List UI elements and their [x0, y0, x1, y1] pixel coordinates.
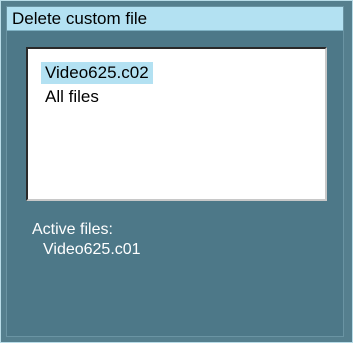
- list-item-video625-c02[interactable]: Video625.c02: [41, 62, 153, 84]
- dialog-title-bar: Delete custom file: [7, 7, 343, 31]
- list-item-all-files[interactable]: All files: [41, 86, 103, 108]
- active-files-label: Active files:: [32, 221, 113, 238]
- active-file-video625-c01: Video625.c01: [43, 241, 141, 258]
- delete-custom-file-dialog: Delete custom file Video625.c02 All file…: [0, 0, 353, 343]
- dialog-panel: Delete custom file Video625.c02 All file…: [6, 6, 344, 337]
- file-listbox[interactable]: Video625.c02 All files: [26, 47, 327, 201]
- dialog-title: Delete custom file: [12, 9, 148, 28]
